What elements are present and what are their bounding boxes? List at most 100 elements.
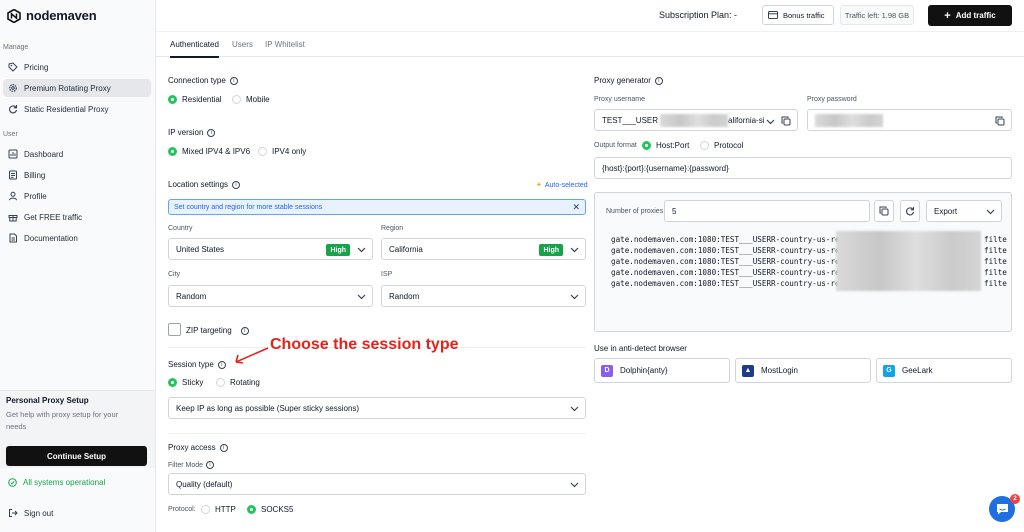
chevron-down-icon [766,119,775,125]
proxy-password-label: Proxy password [807,96,857,103]
browser-mostlogin[interactable]: ▲ MostLogin [735,358,871,383]
logo[interactable]: nodemaven [7,8,97,23]
sidebar-item-documentation[interactable]: Documentation [3,229,151,247]
tab-users[interactable]: Users [232,40,253,49]
dashboard-icon [8,149,18,159]
radio-sticky[interactable]: Sticky [168,378,203,387]
user-section-label: User [3,131,18,138]
regenerate-button[interactable] [900,200,920,222]
number-of-proxies-label: Number of proxies [606,208,664,215]
auto-selected-indicator: ✦ Auto-selected [536,181,588,190]
mostlogin-logo-icon: ▲ [742,364,754,377]
brand-name: nodemaven [26,8,97,23]
city-value: Random [176,291,207,301]
chevron-down-icon [570,482,579,488]
info-icon[interactable]: i [654,76,663,85]
proxy-line[interactable]: gate.nodemaven.com:1080:TEST___USERR-cou… [611,246,844,255]
tab-ip-whitelist[interactable]: IP Whitelist [265,40,305,49]
proxy-line[interactable]: gate.nodemaven.com:1080:TEST___USERR-cou… [611,257,844,266]
proxy-line[interactable]: gate.nodemaven.com:1080:TEST___USERR-cou… [611,235,844,244]
radio-host-port[interactable]: Host:Port [642,141,689,150]
sidebar-item-premium-rotating-proxy[interactable]: Premium Rotating Proxy [3,79,151,97]
copy-icon [879,206,889,216]
export-dropdown[interactable]: Export [926,200,1002,222]
browser-dolphin-anty[interactable]: D Dolphin{anty} [594,358,730,383]
proxy-access-label: Proxy access i [168,443,228,452]
radio-mixed-ipv4-ipv6[interactable]: Mixed IPV4 & IPV6 [168,147,250,156]
proxy-line[interactable]: gate.nodemaven.com:1080:TEST___USERR-cou… [611,268,844,277]
proxy-username-label: Proxy username [594,96,645,103]
sidebar-item-label: Premium Rotating Proxy [24,83,111,93]
filter-mode-select[interactable]: Quality (default) [168,473,586,495]
zip-targeting-label: ZIP targeting i [186,326,249,335]
copy-icon[interactable] [995,116,1005,126]
info-icon[interactable]: i [232,180,241,189]
proxy-line[interactable]: gate.nodemaven.com:1080:TEST___USERR-cou… [611,279,844,288]
refresh-icon [906,207,915,216]
check-circle-icon [8,478,17,487]
info-icon[interactable]: i [219,443,228,452]
plus-icon: + [944,9,951,22]
redacted-credentials [836,231,981,291]
radio-indicator [700,141,709,150]
close-icon[interactable]: ✕ [572,202,580,213]
country-select[interactable]: United States High [168,238,373,260]
protocol-label: Protocol: [168,506,196,513]
status-text: All systems operational [23,478,106,487]
proxy-line-suffix: filte [984,235,1007,244]
manage-section-label: Manage [3,44,29,51]
profile-icon [8,191,18,201]
number-of-proxies-input[interactable]: 5 [664,200,870,222]
proxy-password-field[interactable] [807,109,1012,131]
radio-indicator [232,95,241,104]
sidebar-item-label: Profile [24,191,47,201]
info-icon[interactable]: i [217,360,226,369]
sidebar-item-label: Pricing [24,62,49,72]
city-select[interactable]: Random [168,285,373,307]
info-icon[interactable]: i [240,326,249,335]
quality-badge: High [539,244,563,256]
sidebar-item-billing[interactable]: Billing [3,166,151,184]
annotation-text: Choose the session type [270,336,459,353]
browser-geelark[interactable]: G GeeLark [876,358,1012,383]
sidebar-item-label: Get FREE traffic [24,212,83,222]
session-duration-select[interactable]: Keep IP as long as possible (Super stick… [168,397,586,419]
isp-label: ISP [381,271,393,278]
sidebar-item-profile[interactable]: Profile [3,187,151,205]
region-select[interactable]: California High [381,238,586,260]
radio-socks5[interactable]: SOCKS5 [247,505,293,514]
radio-rotating[interactable]: Rotating [216,378,260,387]
format-string-field[interactable]: {host}:{port}:{username}:{password} [594,157,1012,179]
sidebar-item-static-residential-proxy[interactable]: Static Residential Proxy [3,100,151,118]
radio-residential[interactable]: Residential [168,95,222,104]
radio-indicator [168,95,177,104]
connection-type-label: Connection type i [168,76,238,85]
radio-http[interactable]: HTTP [201,505,236,514]
info-icon[interactable]: i [229,76,238,85]
billing-icon [8,170,18,180]
info-icon[interactable]: i [207,128,216,137]
region-value: California [389,244,423,254]
info-icon[interactable]: i [206,461,215,469]
radio-ipv4-only[interactable]: IPV4 only [258,147,306,156]
sidebar-item-dashboard[interactable]: Dashboard [3,145,151,163]
zip-targeting-checkbox[interactable] [168,323,181,336]
copy-icon[interactable] [781,116,791,126]
tab-authenticated[interactable]: Authenticated [170,40,219,58]
proxy-username-field[interactable]: TEST___USER alifornia-si [594,109,798,131]
sidebar-item-pricing[interactable]: Pricing [3,58,151,76]
system-status[interactable]: All systems operational [8,478,105,487]
browser-label: MostLogin [761,366,798,375]
copy-all-button[interactable] [874,200,894,222]
bonus-traffic-button[interactable]: Bonus traffic [762,5,834,25]
setup-description: Get help with proxy setup for your needs [6,410,119,431]
isp-select[interactable]: Random [381,285,586,307]
sign-out-button[interactable]: Sign out [8,508,53,518]
radio-protocol[interactable]: Protocol [700,141,743,150]
radio-mobile[interactable]: Mobile [232,95,270,104]
add-traffic-button[interactable]: + Add traffic [928,5,1012,26]
sidebar-item-get-free-traffic[interactable]: Get FREE traffic [3,208,151,226]
continue-setup-button[interactable]: Continue Setup [6,446,147,466]
subscription-plan-dropdown[interactable]: Subscription Plan: - [659,10,737,20]
chevron-down-icon [570,406,579,412]
